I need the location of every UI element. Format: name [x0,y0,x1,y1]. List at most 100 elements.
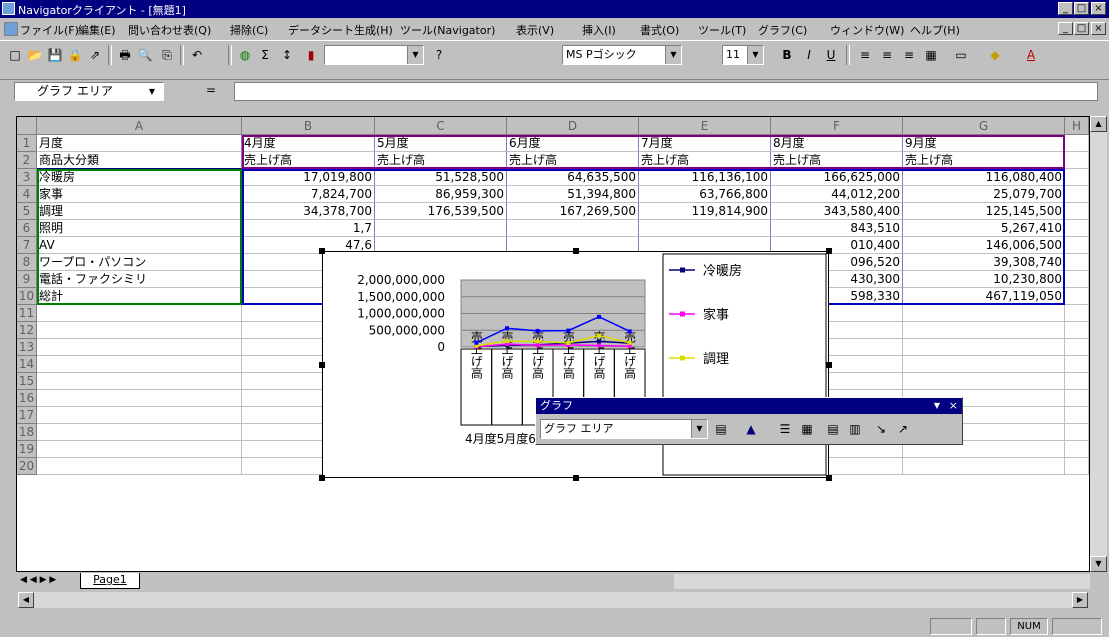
row-header[interactable]: 1 [17,135,37,152]
table-cell[interactable]: 4月度 [242,135,375,152]
maximize-button[interactable]: □ [1074,2,1089,15]
table-cell[interactable]: 166,625,000 [771,169,903,186]
table-cell[interactable]: 9月度 [903,135,1065,152]
chevron-down-icon[interactable]: ▼ [407,46,423,64]
select-all-corner[interactable] [17,117,37,135]
chevron-down-icon[interactable]: ▼ [691,420,707,438]
border-icon[interactable]: ▭ [952,46,970,64]
table-cell[interactable]: 8月度 [771,135,903,152]
align-right-icon[interactable]: ≡ [900,46,918,64]
scroll-left-button[interactable]: ◀ [18,592,34,608]
table-cell[interactable] [1065,203,1089,220]
close-button[interactable]: × [1091,2,1106,15]
scroll-right-button[interactable]: ▶ [1072,592,1088,608]
table-cell[interactable]: 売上げ高 [771,152,903,169]
column-header[interactable]: H [1065,117,1089,135]
row-header[interactable]: 8 [17,254,37,271]
table-cell[interactable] [903,356,1065,373]
column-header[interactable]: C [375,117,507,135]
close-icon[interactable]: × [949,398,958,414]
table-cell[interactable]: 7月度 [639,135,771,152]
table-cell[interactable] [1065,305,1089,322]
table-cell[interactable] [1065,288,1089,305]
table-cell[interactable]: 467,119,050 [903,288,1065,305]
tab-nav-buttons[interactable]: ◀ ◀ ▶ ▶ [20,575,56,585]
by-row-icon[interactable]: ▤ [824,420,842,438]
table-cell[interactable]: 調理 [37,203,242,220]
table-cell[interactable]: 34,378,700 [242,203,375,220]
resize-handle[interactable] [319,475,325,481]
column-header[interactable]: A [37,117,242,135]
chevron-down-icon[interactable]: ▼ [665,46,681,64]
menu-navigator[interactable]: ツール(Navigator) [400,22,495,38]
table-cell[interactable]: 電話・ファクシミリ [37,271,242,288]
table-cell[interactable] [1065,356,1089,373]
table-cell[interactable] [1065,441,1089,458]
table-cell[interactable] [1065,407,1089,424]
row-header[interactable]: 17 [17,407,37,424]
table-cell[interactable] [37,390,242,407]
table-cell[interactable]: 146,006,500 [903,237,1065,254]
chart-toolbar-title[interactable]: グラフ × ▼ [536,398,962,414]
horizontal-scrollbar[interactable]: ◀ ▶ [18,592,1088,608]
table-cell[interactable] [903,458,1065,475]
table-cell[interactable]: 照明 [37,220,242,237]
menu-help[interactable]: ヘルプ(H) [910,22,960,38]
table-cell[interactable]: 売上げ高 [507,152,639,169]
table-cell[interactable]: 総計 [37,288,242,305]
print-icon[interactable]: 🖶 [116,46,134,64]
row-header[interactable]: 12 [17,322,37,339]
chart-type-icon[interactable]: ▲ [742,420,760,438]
table-cell[interactable] [903,305,1065,322]
doc-restore-button[interactable]: □ [1074,22,1089,35]
font-color-icon[interactable]: A [1022,46,1040,64]
menu-window[interactable]: ウィンドウ(W) [830,22,904,38]
sheet-tab-page1[interactable]: Page1 [80,573,140,589]
table-cell[interactable]: ワープロ・パソコン [37,254,242,271]
by-column-icon[interactable]: ▥ [846,420,864,438]
table-cell[interactable] [1065,322,1089,339]
table-cell[interactable] [37,407,242,424]
table-cell[interactable] [375,220,507,237]
lock-icon[interactable]: 🔒 [66,46,84,64]
table-cell[interactable]: 39,308,740 [903,254,1065,271]
table-cell[interactable]: 家事 [37,186,242,203]
row-header[interactable]: 10 [17,288,37,305]
column-header[interactable]: G [903,117,1065,135]
table-cell[interactable] [903,339,1065,356]
table-cell[interactable]: 17,019,800 [242,169,375,186]
angle-text-up-icon[interactable]: ↗ [894,420,912,438]
table-cell[interactable]: 63,766,800 [639,186,771,203]
preview-icon[interactable]: 🔍 [136,46,154,64]
merge-icon[interactable]: ▦ [922,46,940,64]
table-cell[interactable]: 10,230,800 [903,271,1065,288]
row-header[interactable]: 20 [17,458,37,475]
menu-chart[interactable]: グラフ(C) [758,22,807,38]
menu-tools[interactable]: ツール(T) [698,22,746,38]
table-cell[interactable]: 51,528,500 [375,169,507,186]
row-header[interactable]: 14 [17,356,37,373]
row-header[interactable]: 9 [17,271,37,288]
table-cell[interactable]: 売上げ高 [903,152,1065,169]
menu-format[interactable]: 書式(O) [640,22,679,38]
table-cell[interactable]: 売上げ高 [375,152,507,169]
table-cell[interactable]: 1,7 [242,220,375,237]
table-cell[interactable] [1065,186,1089,203]
table-cell[interactable] [1065,220,1089,237]
resize-handle[interactable] [826,248,832,254]
chart-object-select[interactable]: グラフ エリア ▼ [540,419,708,439]
table-cell[interactable]: AV [37,237,242,254]
table-cell[interactable] [1065,271,1089,288]
table-cell[interactable] [1065,237,1089,254]
table-cell[interactable]: 843,510 [771,220,903,237]
table-cell[interactable]: 5,267,410 [903,220,1065,237]
table-cell[interactable] [1065,254,1089,271]
table-cell[interactable] [507,220,639,237]
resize-handle[interactable] [573,475,579,481]
resize-handle[interactable] [319,248,325,254]
row-header[interactable]: 16 [17,390,37,407]
table-cell[interactable] [37,458,242,475]
data-table-icon[interactable]: ▦ [798,420,816,438]
table-cell[interactable]: 176,539,500 [375,203,507,220]
chevron-down-icon[interactable]: ▼ [934,398,940,414]
